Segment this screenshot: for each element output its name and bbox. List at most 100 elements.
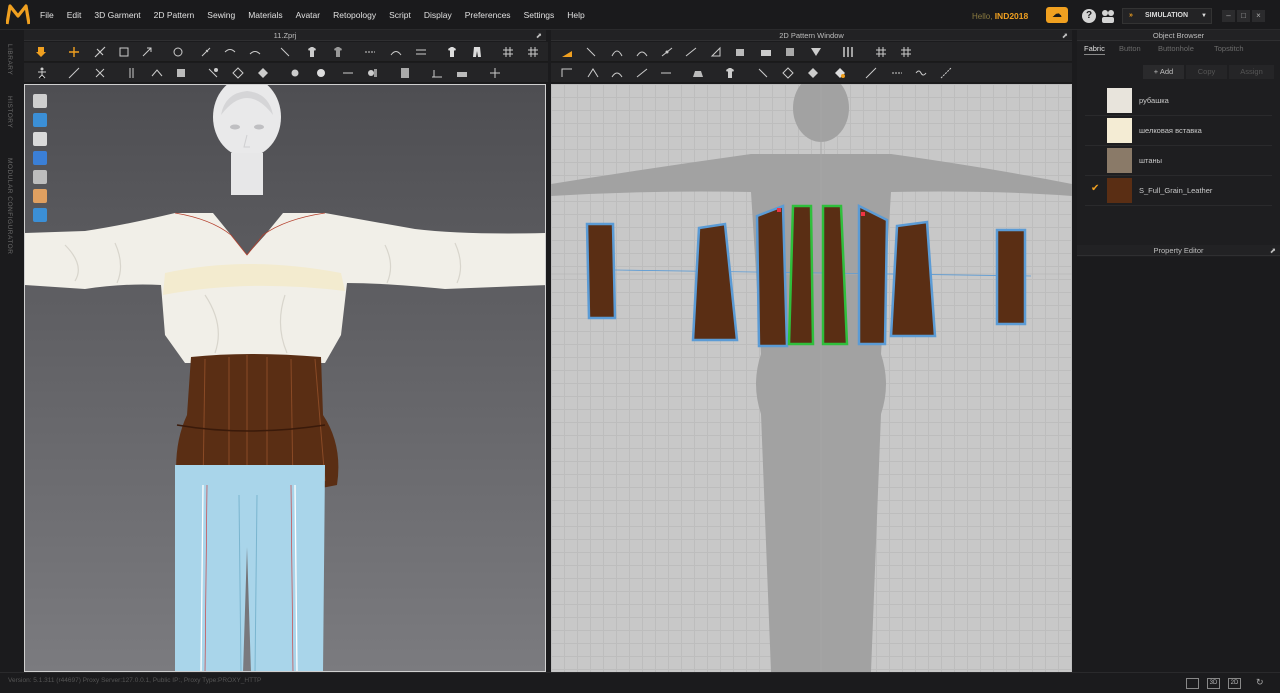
history-tab[interactable]: HISTORY bbox=[6, 96, 13, 128]
copy-fabric-button[interactable]: Copy bbox=[1186, 65, 1227, 79]
minimize-button[interactable]: – bbox=[1222, 10, 1235, 22]
move-seam-icon[interactable] bbox=[489, 67, 501, 79]
fold-arrangement-icon[interactable] bbox=[118, 46, 130, 58]
sphere-icon[interactable] bbox=[315, 67, 327, 79]
pattern-piece-2[interactable] bbox=[691, 222, 739, 342]
dart-icon[interactable] bbox=[784, 46, 796, 58]
pin-icon[interactable] bbox=[200, 46, 212, 58]
grid-icon[interactable] bbox=[900, 46, 912, 58]
viewport-2d[interactable] bbox=[551, 84, 1072, 672]
texture-display-icon[interactable] bbox=[33, 170, 47, 184]
refresh-icon[interactable]: ↻ bbox=[1256, 677, 1264, 688]
community-icon[interactable] bbox=[1100, 9, 1116, 23]
avatar-display-icon[interactable] bbox=[33, 94, 47, 108]
garment-display-icon[interactable] bbox=[33, 151, 47, 165]
add-point-icon[interactable] bbox=[661, 46, 673, 58]
library-tab[interactable]: LIBRARY bbox=[6, 44, 13, 75]
buttonhole-tool-icon[interactable] bbox=[232, 67, 244, 79]
pattern-piece-6[interactable] bbox=[857, 203, 889, 346]
select-mesh-icon[interactable] bbox=[94, 46, 106, 58]
texture-edit-icon[interactable] bbox=[692, 67, 704, 79]
transform-icon[interactable] bbox=[141, 46, 153, 58]
pattern-piece-3[interactable] bbox=[755, 204, 789, 348]
tack-icon[interactable] bbox=[172, 46, 184, 58]
free-topstitch-icon[interactable] bbox=[915, 67, 927, 79]
layout-toggle-icon[interactable] bbox=[1186, 678, 1199, 689]
cloud-sync-icon[interactable]: ☁ bbox=[1046, 7, 1068, 23]
menu-sewing[interactable]: Sewing bbox=[207, 10, 235, 20]
measure-icon[interactable] bbox=[68, 67, 80, 79]
edit-curve-point-icon[interactable] bbox=[636, 46, 648, 58]
segment-topstitch-icon[interactable] bbox=[891, 67, 903, 79]
internal-polygon-icon[interactable] bbox=[760, 46, 772, 58]
modular-configurator-tab[interactable]: MODULAR CONFIGURATOR bbox=[6, 158, 13, 254]
segment-sewing-icon[interactable] bbox=[561, 67, 573, 79]
print-tool-icon[interactable] bbox=[366, 67, 378, 79]
fabric-list-item[interactable]: шелковая вставка bbox=[1085, 117, 1272, 146]
puckering-icon[interactable] bbox=[289, 67, 301, 79]
slash-spread-icon[interactable] bbox=[685, 46, 697, 58]
menu-avatar[interactable]: Avatar bbox=[296, 10, 320, 20]
pattern-piece-7[interactable] bbox=[889, 220, 937, 338]
pattern-piece-1[interactable] bbox=[585, 222, 617, 320]
shirt-3d[interactable] bbox=[25, 213, 546, 363]
menu-help[interactable]: Help bbox=[567, 10, 584, 20]
button-tool-icon[interactable] bbox=[207, 67, 219, 79]
pattern-piece-8[interactable] bbox=[995, 228, 1027, 326]
help-icon[interactable]: ? bbox=[1082, 9, 1096, 23]
arrangement-points-icon[interactable] bbox=[33, 113, 47, 127]
grid-arrange-icon[interactable] bbox=[875, 46, 887, 58]
menu-3d-garment[interactable]: 3D Garment bbox=[94, 10, 140, 20]
app-logo-icon[interactable] bbox=[6, 4, 30, 26]
free-sewing-icon[interactable] bbox=[587, 67, 599, 79]
fabric-grain-icon[interactable] bbox=[834, 67, 846, 79]
fabric-list-item[interactable]: штаны bbox=[1085, 147, 1272, 176]
zipper-icon[interactable] bbox=[127, 67, 139, 79]
seam-icon[interactable] bbox=[415, 46, 427, 58]
expand-icon[interactable]: ⬈ bbox=[1270, 245, 1276, 256]
polygon-icon[interactable] bbox=[710, 46, 722, 58]
menu-file[interactable]: File bbox=[40, 10, 54, 20]
fabric-list-item[interactable]: рубашка bbox=[1085, 87, 1272, 116]
view-2d-button[interactable]: 2D bbox=[1228, 678, 1241, 689]
pattern-piece-4[interactable] bbox=[787, 204, 815, 346]
t-shirt-icon[interactable] bbox=[446, 46, 458, 58]
fabric-block-icon[interactable] bbox=[175, 67, 187, 79]
simulation-mode-dropdown[interactable]: » SIMULATION ▼ bbox=[1122, 8, 1212, 24]
select-move-icon[interactable] bbox=[68, 46, 80, 58]
tab-buttonhole[interactable]: Buttonhole bbox=[1158, 43, 1194, 55]
garment-alt-icon[interactable] bbox=[332, 46, 344, 58]
tape-icon[interactable] bbox=[431, 67, 443, 79]
fabric-list-item[interactable]: ✔ S_Full_Grain_Leather bbox=[1085, 177, 1272, 206]
avatar-skin-icon[interactable] bbox=[33, 189, 47, 203]
fold-tack-icon[interactable] bbox=[279, 46, 291, 58]
stripe-icon[interactable] bbox=[842, 46, 854, 58]
topstitch-line-icon[interactable] bbox=[865, 67, 877, 79]
viewport-3d[interactable] bbox=[24, 84, 546, 672]
menu-display[interactable]: Display bbox=[424, 10, 452, 20]
arrangement-icon[interactable] bbox=[94, 67, 106, 79]
transform-pattern-icon[interactable] bbox=[585, 46, 597, 58]
tab-topstitch[interactable]: Topstitch bbox=[1214, 43, 1244, 55]
grid-icon[interactable] bbox=[527, 46, 539, 58]
ironing-icon[interactable] bbox=[456, 67, 468, 79]
stitch-icon[interactable] bbox=[364, 46, 376, 58]
piping-icon[interactable] bbox=[151, 67, 163, 79]
assign-fabric-button[interactable]: Assign bbox=[1229, 65, 1274, 79]
edit-pattern-icon[interactable] bbox=[561, 46, 573, 58]
button-edit-icon[interactable] bbox=[757, 67, 769, 79]
sew-icon[interactable] bbox=[390, 46, 402, 58]
avatar-skeleton-icon[interactable] bbox=[33, 132, 47, 146]
avatar-pose-icon[interactable] bbox=[36, 67, 48, 79]
trim-icon[interactable] bbox=[257, 67, 269, 79]
shrinkage-icon[interactable] bbox=[249, 46, 261, 58]
topstitch-icon[interactable] bbox=[399, 67, 411, 79]
menu-script[interactable]: Script bbox=[389, 10, 411, 20]
trim-edit-icon[interactable] bbox=[807, 67, 819, 79]
tab-button[interactable]: Button bbox=[1119, 43, 1141, 55]
buttonhole-edit-icon[interactable] bbox=[782, 67, 794, 79]
rectangle-icon[interactable] bbox=[734, 46, 746, 58]
line-tool-icon[interactable] bbox=[342, 67, 354, 79]
expand-icon[interactable]: ⬈ bbox=[1062, 30, 1068, 41]
edit-sewing-icon[interactable] bbox=[636, 67, 648, 79]
